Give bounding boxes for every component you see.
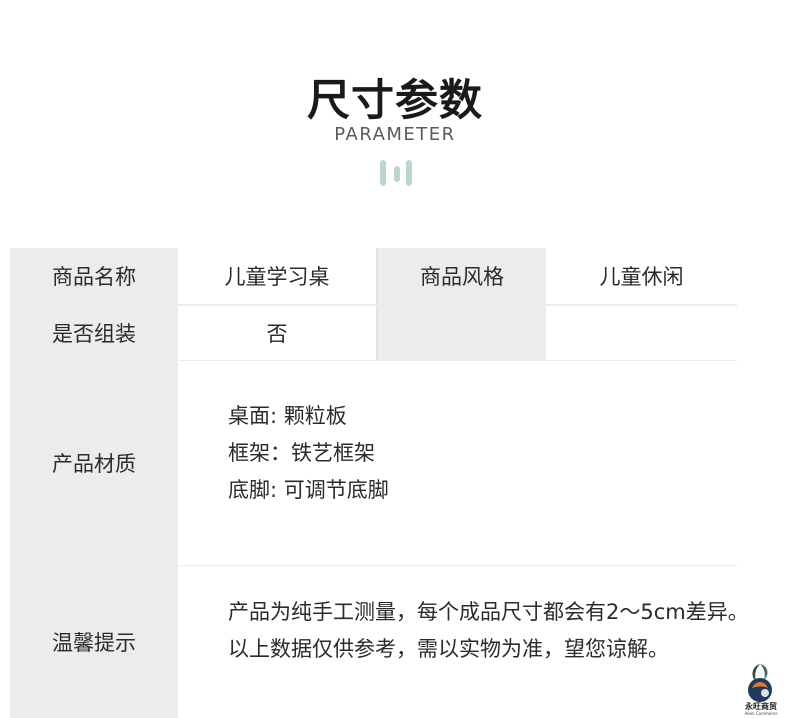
tips-value: 产品为纯手工测量，每个成品尺寸都会有2～5cm差异。 以上数据仅供参考，需以实物… [178, 566, 749, 718]
materials-list: 桌面: 颗粒板 框架：铁艺框架 底脚: 可调节底脚 [228, 398, 389, 509]
tips-label: 温馨提示 [10, 566, 178, 718]
parameter-table: 商品名称 儿童学习桌 商品风格 儿童休闲 是否组装 否 产品材质 桌面: 颗粒板… [10, 248, 749, 718]
tips-list: 产品为纯手工测量，每个成品尺寸都会有2～5cm差异。 以上数据仅供参考，需以实物… [228, 594, 749, 668]
materials-value: 桌面: 颗粒板 框架：铁艺框架 底脚: 可调节底脚 [178, 361, 737, 565]
tips-line: 以上数据仅供参考，需以实物为准，望您谅解。 [228, 637, 669, 661]
brand-logo-subtext: Aeon Commerce [744, 711, 778, 716]
product-style-value: 儿童休闲 [546, 248, 737, 304]
decorative-bar [406, 160, 412, 186]
materials-line: 底脚: 可调节底脚 [228, 478, 389, 502]
assembly-label: 是否组装 [10, 306, 178, 360]
page-title: 尺寸参数 [307, 76, 483, 126]
page-subtitle: PARAMETER [334, 124, 456, 145]
decorative-bar [394, 166, 400, 182]
product-style-label: 商品风格 [378, 248, 546, 304]
assembly-value: 否 [178, 306, 378, 360]
empty-label-cell [378, 306, 546, 360]
empty-value-cell [546, 306, 737, 360]
page-header: 尺寸参数 PARAMETER [0, 0, 790, 200]
decorative-bars [380, 158, 420, 188]
materials-line: 框架：铁艺框架 [228, 441, 375, 465]
materials-line: 桌面: 颗粒板 [228, 404, 347, 428]
materials-label: 产品材质 [10, 361, 178, 565]
tips-line: 产品为纯手工测量，每个成品尺寸都会有2～5cm差异。 [228, 600, 749, 624]
decorative-bar [380, 160, 386, 186]
product-name-value: 儿童学习桌 [178, 248, 378, 304]
product-name-label: 商品名称 [10, 248, 178, 304]
